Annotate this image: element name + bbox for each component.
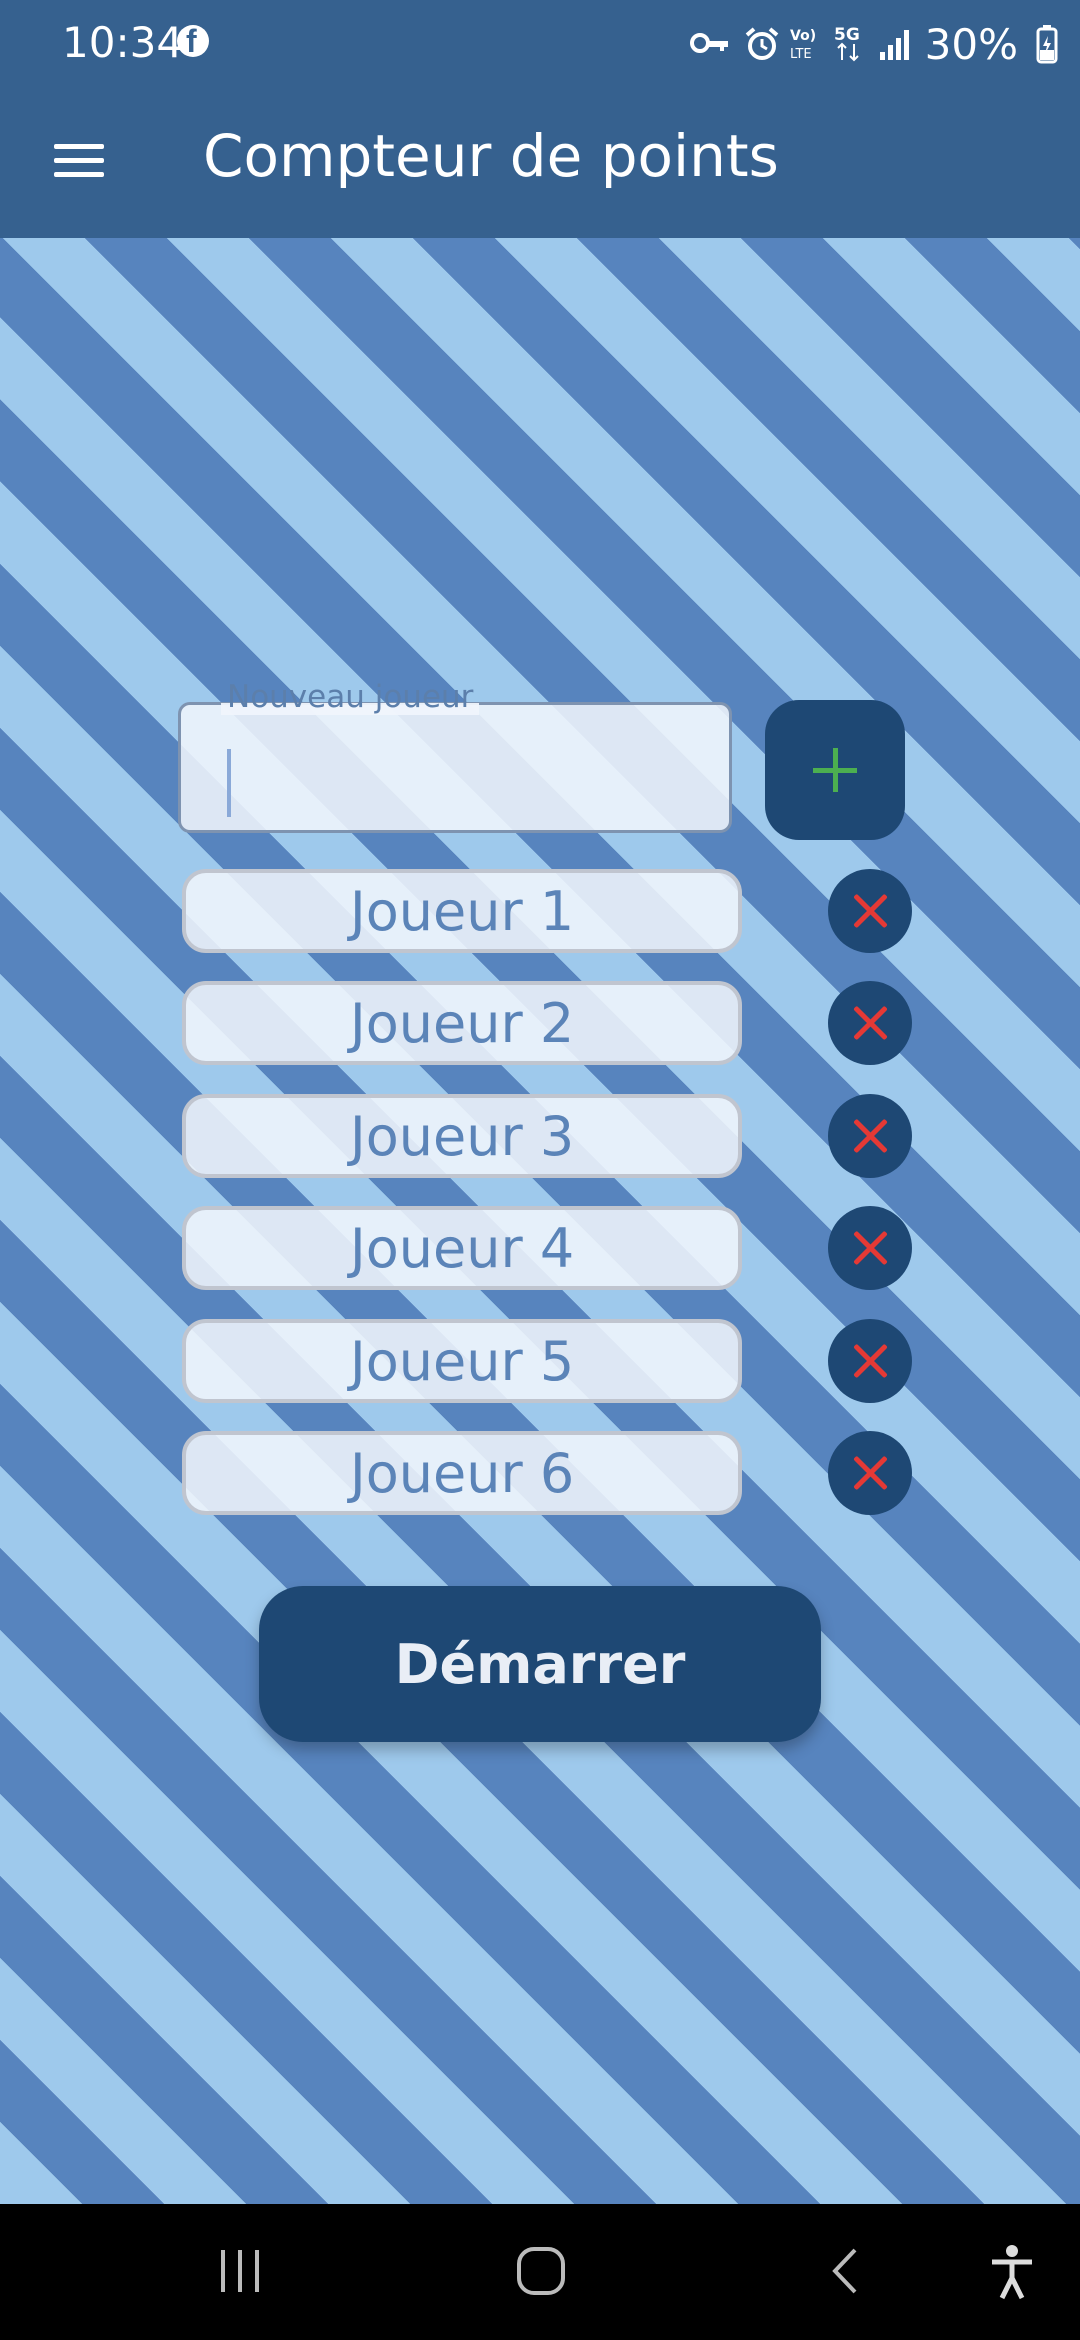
navigation-bar [0, 2204, 1080, 2340]
status-time: 10:34 [62, 18, 184, 67]
player-row: Joueur 4 [0, 1206, 1080, 1290]
home-icon[interactable] [514, 2244, 568, 2298]
signal-icon [880, 30, 909, 60]
svg-text:5G: 5G [834, 25, 860, 45]
add-player-button[interactable] [765, 700, 905, 840]
remove-player-button[interactable] [828, 869, 912, 953]
plus-icon [813, 748, 857, 792]
battery-icon [1036, 25, 1058, 64]
player-row: Joueur 3 [0, 1094, 1080, 1178]
player-row: Joueur 1 [0, 869, 1080, 953]
player-row: Joueur 6 [0, 1431, 1080, 1515]
menu-icon[interactable] [48, 138, 108, 184]
close-icon [850, 1453, 890, 1493]
player-row: Joueur 2 [0, 981, 1080, 1065]
close-icon [850, 1116, 890, 1156]
battery-percent: 30% [924, 20, 1018, 69]
new-player-input[interactable]: Nouveau joueur [178, 679, 732, 833]
alarm-icon [745, 27, 779, 60]
facebook-icon: f [177, 23, 209, 59]
remove-player-button[interactable] [828, 1319, 912, 1403]
player-name[interactable]: Joueur 4 [182, 1206, 742, 1290]
player-name[interactable]: Joueur 1 [182, 869, 742, 953]
recents-icon[interactable] [215, 2246, 265, 2296]
page-title: Compteur de points [203, 122, 779, 190]
app-bar: Compteur de points [0, 84, 1080, 238]
vpn-key-icon [690, 33, 728, 53]
remove-player-button[interactable] [828, 981, 912, 1065]
svg-text:Vo): Vo) [790, 28, 816, 44]
remove-player-button[interactable] [828, 1094, 912, 1178]
close-icon [850, 1228, 890, 1268]
text-cursor [227, 749, 231, 817]
close-icon [850, 891, 890, 931]
player-name[interactable]: Joueur 5 [182, 1319, 742, 1403]
5g-icon: 5G [834, 25, 860, 62]
svg-text:LTE: LTE [790, 47, 812, 62]
player-name[interactable]: Joueur 3 [182, 1094, 742, 1178]
remove-player-button[interactable] [828, 1431, 912, 1515]
close-icon [850, 1003, 890, 1043]
player-row: Joueur 5 [0, 1319, 1080, 1403]
back-icon[interactable] [825, 2246, 865, 2296]
player-name[interactable]: Joueur 2 [182, 981, 742, 1065]
remove-player-button[interactable] [828, 1206, 912, 1290]
volte-icon: Vo) LTE [790, 28, 816, 62]
status-bar: 10:34 f Vo) LTE 5G 30% [0, 0, 1080, 84]
player-name[interactable]: Joueur 6 [182, 1431, 742, 1515]
start-button[interactable]: Démarrer [259, 1586, 821, 1742]
close-icon [850, 1341, 890, 1381]
new-player-label: Nouveau joueur [221, 679, 480, 715]
accessibility-icon[interactable] [988, 2244, 1036, 2300]
